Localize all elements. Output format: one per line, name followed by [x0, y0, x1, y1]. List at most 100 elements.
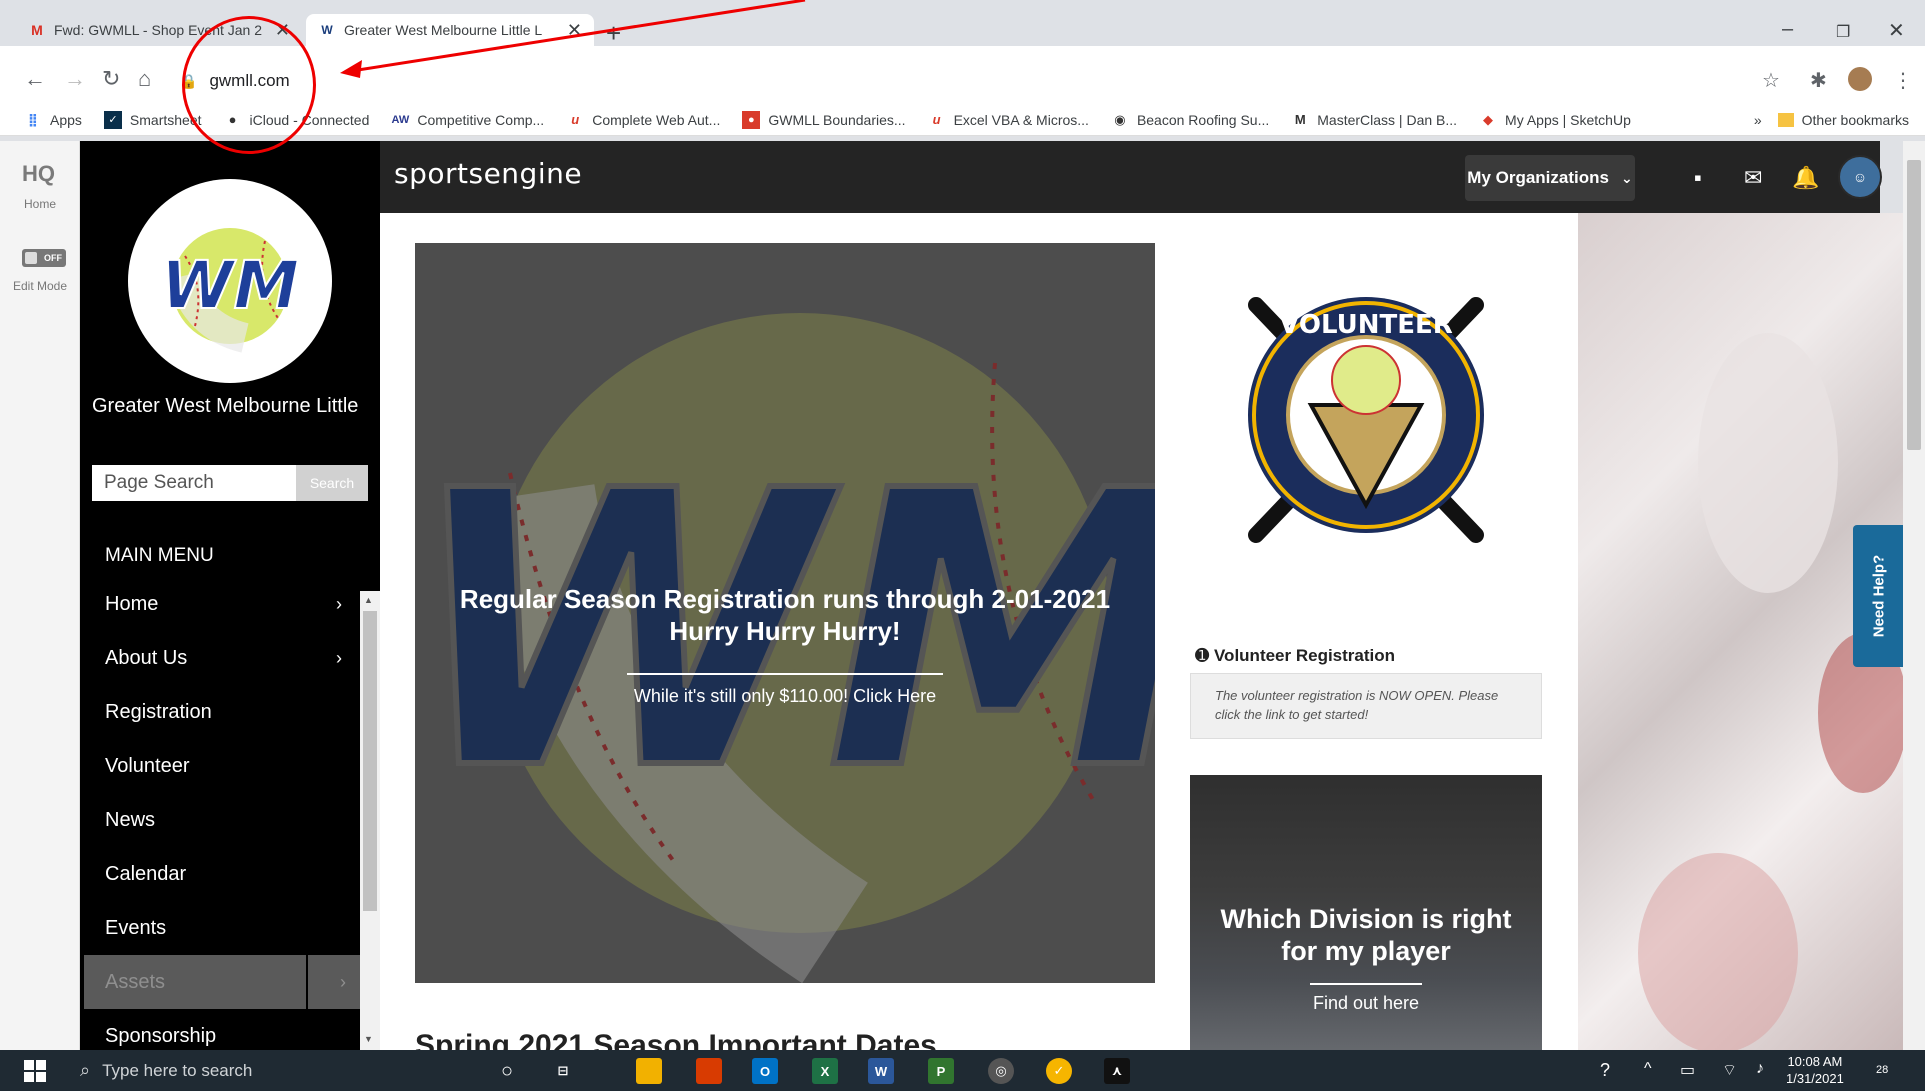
- other-bookmarks[interactable]: Other bookmarks: [1777, 112, 1909, 128]
- extensions-icon[interactable]: ✱: [1810, 68, 1827, 93]
- page-scroll-thumb[interactable]: [1907, 160, 1921, 450]
- hero-title[interactable]: Regular Season Registration runs through…: [415, 583, 1155, 647]
- cortana-icon[interactable]: ○: [494, 1058, 520, 1084]
- user-avatar[interactable]: ☺: [1838, 155, 1882, 199]
- main-content: WM Regular Season Registration runs thro…: [380, 213, 1578, 1050]
- forward-icon[interactable]: →: [64, 68, 86, 90]
- menu-item-volunteer[interactable]: Volunteer: [80, 739, 360, 793]
- wu-icon: u: [571, 112, 580, 127]
- chevron-right-icon[interactable]: ›: [336, 648, 342, 669]
- smartsheet-icon: ✓: [103, 110, 122, 129]
- menu-item-home[interactable]: Home ›: [80, 577, 360, 631]
- page-search-input[interactable]: Page Search: [92, 465, 296, 501]
- taskbar-clock[interactable]: 10:08 AM 1/31/2021: [1786, 1053, 1844, 1087]
- volunteer-badge-icon: VOLUNTEER: [1248, 297, 1484, 543]
- sketchup-icon: ◆: [1483, 111, 1494, 127]
- site-sidebar: WM Greater West Melbourne Little Page Se…: [80, 141, 380, 1050]
- menu-item-assets[interactable]: Assets ›: [84, 955, 360, 1009]
- site-header: sportsengine My Organizations ⌄ ▪ ✉ 🔔 ☺: [380, 141, 1882, 213]
- hq-strip: HQ Home OFF Edit Mode: [0, 141, 80, 1050]
- org-name[interactable]: Greater West Melbourne Little: [92, 395, 372, 418]
- chrome-icon[interactable]: ◎: [988, 1058, 1014, 1084]
- sportsengine-logo[interactable]: sportsengine: [394, 157, 582, 190]
- wifi-icon[interactable]: ⌔: [1722, 1060, 1737, 1080]
- org-logo[interactable]: WM: [128, 179, 332, 383]
- scroll-down-icon[interactable]: ▼: [364, 1034, 373, 1044]
- close-window-button[interactable]: ✕: [1888, 18, 1905, 43]
- windows-start-icon[interactable]: [24, 1060, 46, 1082]
- bookmark-masterclass[interactable]: M MasterClass | Dan B...: [1291, 111, 1457, 129]
- bookmark-excel-vba[interactable]: u Excel VBA & Micros...: [928, 111, 1089, 129]
- home-icon[interactable]: ⌂: [138, 68, 151, 90]
- annotation-circle: [182, 16, 316, 154]
- hero-banner[interactable]: WM Regular Season Registration runs thro…: [415, 243, 1155, 983]
- bell-icon[interactable]: 🔔: [1792, 165, 1819, 191]
- restore-button[interactable]: ❐: [1836, 22, 1850, 42]
- division-divider: [1310, 983, 1422, 985]
- hero-cta-link[interactable]: While it's still only $110.00! Click Her…: [415, 686, 1155, 707]
- mail-icon[interactable]: ✉: [1744, 165, 1762, 191]
- menu-item-calendar[interactable]: Calendar: [80, 847, 360, 901]
- need-help-tab[interactable]: Need Help?: [1853, 525, 1905, 667]
- hq-home-label[interactable]: Home: [0, 197, 80, 211]
- chat-icon[interactable]: ▪: [1694, 165, 1702, 191]
- hq-logo[interactable]: HQ: [22, 161, 55, 187]
- bookmark-complete-web[interactable]: u Complete Web Aut...: [566, 111, 720, 129]
- menu-kebab-icon[interactable]: ⋮: [1893, 68, 1913, 93]
- bookmark-boundaries[interactable]: ● GWMLL Boundaries...: [742, 110, 906, 129]
- section-heading: Spring 2021 Season Important Dates: [415, 1029, 937, 1050]
- masterclass-icon: M: [1294, 112, 1306, 127]
- chevron-right-icon[interactable]: ›: [336, 594, 342, 615]
- profile-avatar[interactable]: [1848, 67, 1872, 91]
- map-pin-icon: ●: [742, 110, 761, 129]
- menu-item-events[interactable]: Events: [80, 901, 360, 955]
- star-icon[interactable]: ☆: [1762, 68, 1780, 93]
- bookmark-sketchup[interactable]: ◆ My Apps | SketchUp: [1479, 111, 1631, 129]
- division-card[interactable]: Which Division is right for my player Fi…: [1190, 775, 1542, 1050]
- edit-mode-toggle[interactable]: OFF: [22, 249, 66, 267]
- taskbar-search[interactable]: ⌕ Type here to search: [68, 1050, 472, 1091]
- find-out-here-link[interactable]: Find out here: [1190, 993, 1542, 1014]
- back-icon[interactable]: ←: [24, 68, 46, 90]
- volunteer-badge[interactable]: VOLUNTEER: [1190, 243, 1542, 587]
- annotation-arrow-icon: [340, 0, 806, 78]
- bookmark-apps[interactable]: ⣿ Apps: [24, 111, 82, 129]
- outlook-icon[interactable]: O: [752, 1058, 778, 1084]
- scroll-up-icon[interactable]: ▲: [364, 595, 373, 605]
- main-menu: Home › About Us › Registration Volunteer…: [80, 577, 360, 1050]
- acrobat-icon[interactable]: ⋏: [1104, 1058, 1130, 1084]
- gmail-icon: M: [31, 22, 43, 38]
- volume-icon[interactable]: ♪: [1756, 1060, 1764, 1078]
- my-organizations-button[interactable]: My Organizations ⌄: [1465, 155, 1635, 201]
- norton-icon[interactable]: ✓: [1046, 1058, 1072, 1084]
- minimize-button[interactable]: –: [1782, 18, 1793, 41]
- menu-item-sponsorship[interactable]: Sponsorship: [80, 1009, 360, 1050]
- project-icon[interactable]: P: [928, 1058, 954, 1084]
- network-icon[interactable]: ▭: [1680, 1060, 1695, 1080]
- file-explorer-icon[interactable]: [636, 1058, 662, 1084]
- bookmark-beacon[interactable]: ◉ Beacon Roofing Su...: [1111, 111, 1269, 129]
- apps-grid-icon: ⣿: [27, 111, 39, 127]
- task-view-icon[interactable]: ⊟: [550, 1058, 576, 1084]
- bookmark-competitive[interactable]: AW Competitive Comp...: [391, 111, 545, 129]
- menu-item-registration[interactable]: Registration: [80, 685, 360, 739]
- volunteer-description: The volunteer registration is NOW OPEN. …: [1190, 673, 1542, 739]
- menu-item-news[interactable]: News: [80, 793, 360, 847]
- chevron-right-icon[interactable]: ›: [340, 972, 346, 993]
- sidebar-scroll-thumb[interactable]: [363, 611, 377, 911]
- wu-icon: u: [932, 112, 941, 127]
- help-icon[interactable]: ?: [1600, 1060, 1610, 1081]
- menu-item-about-us[interactable]: About Us ›: [80, 631, 360, 685]
- notifications-icon[interactable]: 28: [1876, 1060, 1888, 1078]
- svg-text:VOLUNTEER: VOLUNTEER: [1279, 310, 1453, 340]
- search-button[interactable]: Search: [296, 465, 368, 501]
- bookmarks-overflow[interactable]: »: [1754, 112, 1762, 128]
- excel-icon[interactable]: X: [812, 1058, 838, 1084]
- windows-taskbar: ⌕ Type here to search ○ ⊟ O X W P ◎ ✓ ⋏ …: [0, 1050, 1925, 1091]
- office-icon[interactable]: [696, 1058, 722, 1084]
- volunteer-registration-title[interactable]: ➊ Volunteer Registration: [1195, 646, 1395, 666]
- tray-chevron-icon[interactable]: ^: [1644, 1060, 1652, 1078]
- circle-arrow-icon: ➊: [1195, 646, 1210, 665]
- word-icon[interactable]: W: [868, 1058, 894, 1084]
- reload-icon[interactable]: ↻: [102, 68, 120, 90]
